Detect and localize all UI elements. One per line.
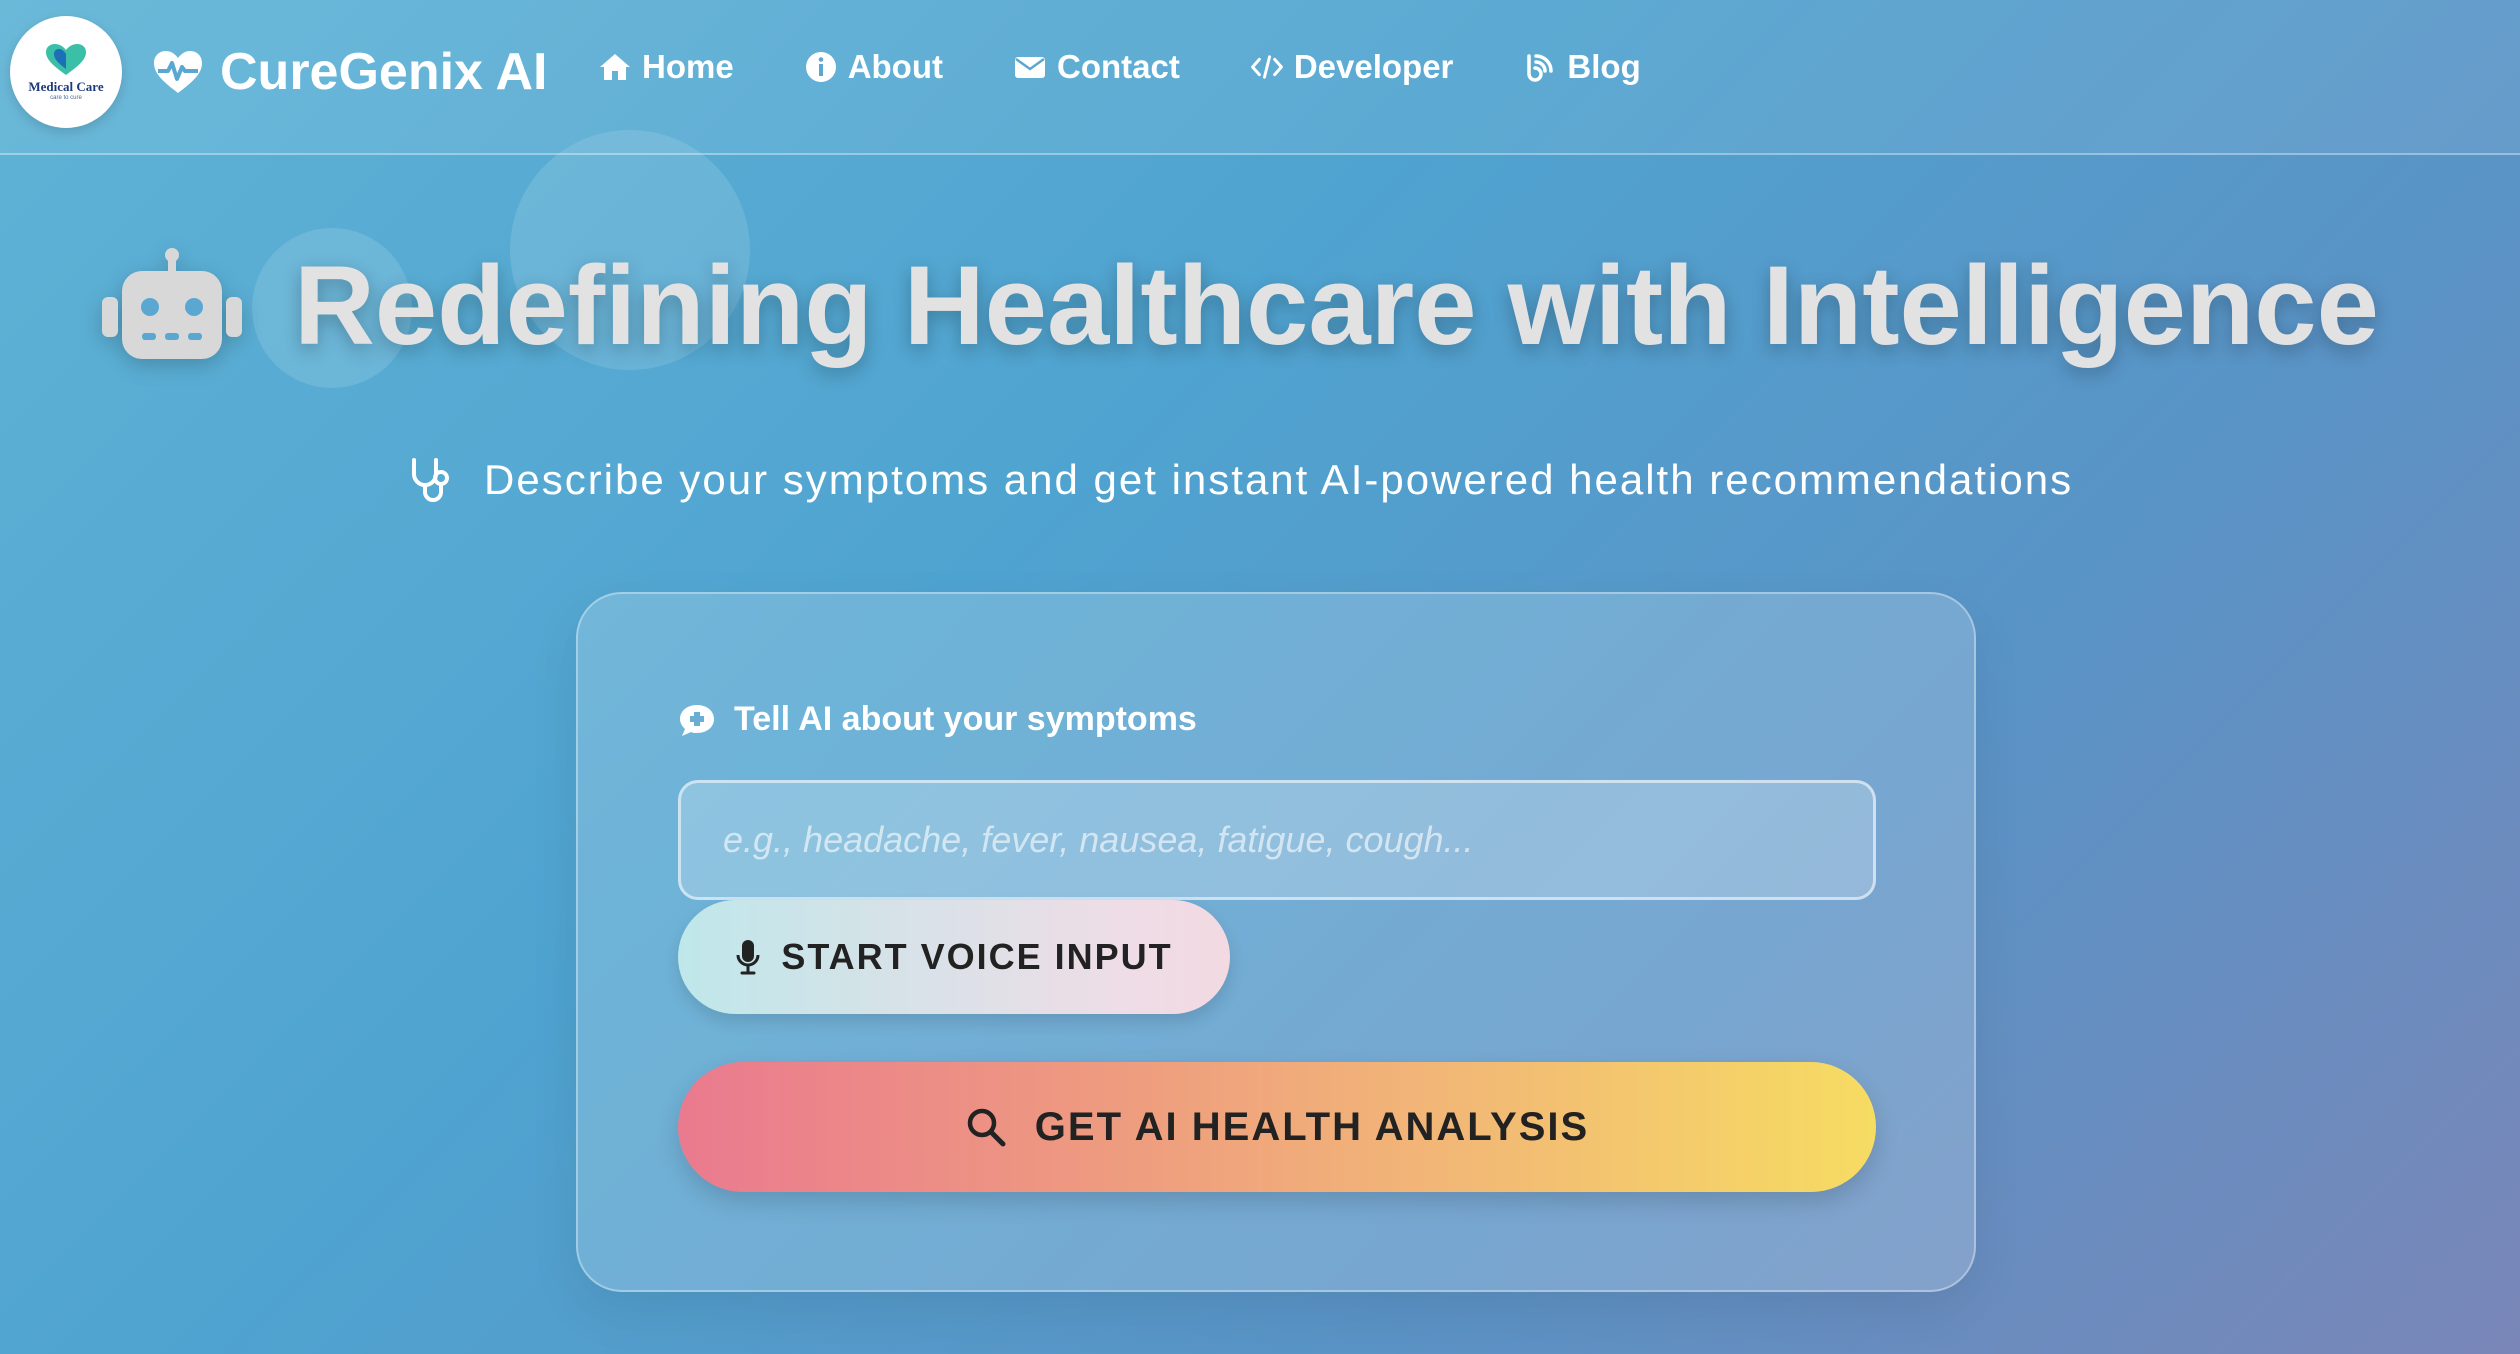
analyze-button[interactable]: GET AI HEALTH ANALYSIS [678, 1062, 1876, 1192]
site-logo[interactable]: Medical Care care to cure [10, 16, 122, 128]
nav-about[interactable]: About [804, 48, 943, 86]
code-icon [1250, 55, 1283, 79]
nav-developer-label: Developer [1293, 48, 1454, 85]
hero-subtitle: Describe your symptoms and get instant A… [408, 448, 2073, 512]
stethoscope-icon [412, 458, 449, 502]
nav-home-label: Home [642, 48, 734, 85]
symptom-label: Tell AI about your symptoms [678, 700, 1197, 739]
comment-medical-icon [680, 704, 714, 736]
nav-about-label: About [847, 48, 943, 85]
microphone-icon [736, 940, 760, 975]
nav-blog[interactable]: Blog [1523, 48, 1641, 86]
voice-input-button[interactable]: START VOICE INPUT [678, 900, 1230, 1014]
nav-home[interactable]: Home [598, 48, 734, 86]
robot-icon [102, 248, 242, 359]
voice-button-label: START VOICE INPUT [781, 936, 1173, 977]
nav-blog-label: Blog [1567, 48, 1641, 85]
main-nav: Home About Contact Developer Blog [598, 48, 1641, 86]
blog-icon [1527, 54, 1554, 82]
symptom-form-card: Tell AI about your symptoms START VOICE … [576, 592, 1976, 1292]
nav-developer[interactable]: Developer [1250, 48, 1454, 86]
brand[interactable]: CureGenix AI [152, 40, 548, 104]
heart-pulse-icon [154, 51, 202, 93]
hero-title: Redefining Healthcare with Intelligence [100, 225, 2500, 385]
top-navbar: Medical Care care to cure CureGenix AI H… [0, 0, 2520, 155]
analyze-button-label: GET AI HEALTH ANALYSIS [1034, 1104, 1590, 1149]
envelope-icon [1014, 57, 1045, 78]
info-icon [805, 52, 836, 82]
nav-contact-label: Contact [1056, 48, 1180, 85]
brand-name: CureGenix AI [220, 43, 548, 101]
home-icon [600, 54, 630, 80]
symptom-input[interactable] [678, 780, 1876, 900]
search-icon [967, 1108, 1006, 1147]
heart-logo-icon [46, 44, 86, 75]
subtitle-text: Describe your symptoms and get instant A… [484, 456, 2074, 503]
logo-tagline: care to cure [50, 95, 82, 101]
page-title: Redefining Healthcare with Intelligence [294, 242, 2379, 368]
symptom-label-text: Tell AI about your symptoms [734, 700, 1197, 738]
nav-contact[interactable]: Contact [1013, 48, 1180, 86]
logo-text: Medical Care [28, 79, 104, 94]
